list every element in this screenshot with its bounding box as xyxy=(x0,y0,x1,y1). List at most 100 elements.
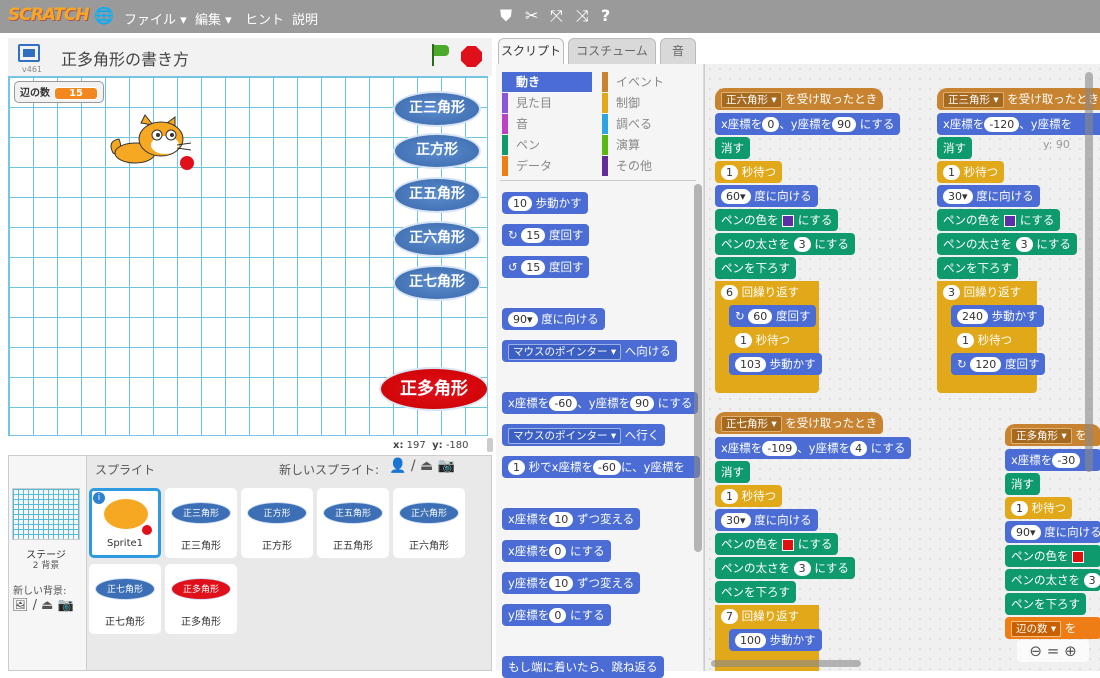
block-wait[interactable]: 1 秒待つ xyxy=(715,161,783,183)
collapse-stage-handle[interactable] xyxy=(487,438,493,452)
block-move[interactable]: 100 歩動かす xyxy=(729,629,822,651)
block-bounce[interactable]: もし端に着いたら、跳ね返る xyxy=(502,656,664,678)
block-go-to[interactable]: マウスのポインター ▾ へ行く xyxy=(502,424,666,446)
script-area[interactable]: 正六角形 ▾ を受け取ったとき x座標を 0 、y座標を 90 にする 消す 1 秒待… xyxy=(704,64,1100,671)
scratch-logo[interactable]: SCRATCH xyxy=(8,5,90,25)
category-5[interactable]: 調べる xyxy=(602,114,692,134)
block-repeat[interactable]: 7 回繰り返す xyxy=(715,605,806,627)
variable-monitor[interactable]: 辺の数 15 xyxy=(14,81,104,103)
category-8[interactable]: データ xyxy=(502,156,592,176)
zoom-out-icon[interactable]: ⊖ xyxy=(1029,642,1042,660)
button-heptagon[interactable]: 正七角形 xyxy=(393,265,481,301)
category-6[interactable]: ペン xyxy=(502,135,592,155)
block-go-to-xy[interactable]: x座標を -60 、y座標を 90 にする xyxy=(502,392,699,414)
block-point-towards[interactable]: マウスのポインター ▾ へ向ける xyxy=(502,340,677,362)
block-wait[interactable]: 1 秒待つ xyxy=(729,329,797,351)
category-7[interactable]: 演算 xyxy=(602,135,692,155)
info-icon[interactable]: i xyxy=(93,492,105,504)
block-turn[interactable]: ↻ 120 度回す xyxy=(951,353,1046,375)
block-pen-color[interactable]: ペンの色を にする xyxy=(715,533,839,555)
new-sprite-tools[interactable]: 👤 / ⏏ 📷 xyxy=(389,458,455,474)
menu-about[interactable]: 説明 xyxy=(292,9,318,28)
block-turn-left[interactable]: ↺ 15 度回す xyxy=(502,256,590,278)
globe-icon[interactable]: 🌐 xyxy=(94,6,114,25)
sprite-cat[interactable] xyxy=(105,113,195,173)
cut-icon[interactable]: ✂ xyxy=(525,6,538,25)
stage[interactable]: 辺の数 15 正三角形 正方形 正五角形 正六角形 正七角形 正多角形 xyxy=(8,76,488,436)
sprite-thumb-heptagon[interactable]: 正七角形 正七角形 xyxy=(89,564,161,634)
button-polygon[interactable]: 正多角形 xyxy=(379,367,487,411)
sprite-thumb-hexagon[interactable]: 正六角形 正六角形 xyxy=(393,488,465,558)
block-set-variable[interactable]: 辺の数 ▾ を xyxy=(1005,617,1100,639)
block-clear[interactable]: 消す xyxy=(937,137,972,159)
block-pen-down[interactable]: ペンを下ろす xyxy=(715,257,796,279)
block-pen-size[interactable]: ペンの太さを 3 にする xyxy=(715,557,855,579)
block-pen-down[interactable]: ペンを下ろす xyxy=(715,581,796,603)
category-1[interactable]: イベント xyxy=(602,72,692,92)
sprite-thumb-pentagon[interactable]: 正五角形 正五角形 xyxy=(317,488,389,558)
tab-costumes[interactable]: コスチューム xyxy=(568,38,656,64)
block-wait[interactable]: 1 秒待つ xyxy=(937,161,1005,183)
block-point-direction[interactable]: 90▾ 度に向ける xyxy=(502,308,605,330)
block-pen-down[interactable]: ペンを下ろす xyxy=(1005,593,1086,615)
presentation-mode-icon[interactable] xyxy=(18,44,40,62)
block-wait[interactable]: 1 秒待つ xyxy=(951,329,1019,351)
block-pen-color[interactable]: ペンの色を xyxy=(1005,545,1100,567)
block-pen-color[interactable]: ペンの色を にする xyxy=(715,209,839,231)
block-clear[interactable]: 消す xyxy=(715,137,750,159)
button-square[interactable]: 正方形 xyxy=(393,133,481,169)
block-pen-size[interactable]: ペンの太さを 3 にする xyxy=(937,233,1077,255)
block-move[interactable]: 10 歩動かす xyxy=(502,192,588,214)
block-point-direction[interactable]: 60▾ 度に向ける xyxy=(715,185,818,207)
hat-when-receive[interactable]: 正七角形 ▾ を受け取ったとき xyxy=(715,412,884,434)
project-title[interactable]: 正多角形の書き方 xyxy=(61,46,189,70)
block-glide[interactable]: 1 秒でx座標を -60 に、y座標を xyxy=(502,456,700,478)
sprite-thumb-polygon[interactable]: 正多角形 正多角形 xyxy=(165,564,237,634)
hat-when-receive[interactable]: 正三角形 ▾ を受け取ったとき xyxy=(937,88,1100,110)
tab-sounds[interactable]: 音 xyxy=(660,38,696,64)
grow-icon[interactable]: ⤧ xyxy=(550,6,563,26)
block-set-x[interactable]: x座標を 0 にする xyxy=(502,540,611,562)
palette-scrollbar[interactable] xyxy=(694,184,702,552)
block-pen-size[interactable]: ペンの太さを 3 xyxy=(1005,569,1100,591)
block-wait[interactable]: 1 秒待つ xyxy=(715,485,783,507)
script-hscrollbar[interactable] xyxy=(711,660,861,667)
button-triangle[interactable]: 正三角形 xyxy=(393,91,481,127)
menu-edit[interactable]: 編集 ▾ xyxy=(195,9,232,28)
block-set-y[interactable]: y座標を 0 にする xyxy=(502,604,611,626)
sprite-thumb-triangle[interactable]: 正三角形 正三角形 xyxy=(165,488,237,558)
block-wait[interactable]: 1 秒待つ xyxy=(1005,497,1073,519)
category-9[interactable]: その他 xyxy=(602,156,692,176)
block-go-to-xy[interactable]: x座標を -109 、y座標を 4 にする xyxy=(715,437,912,459)
block-change-y[interactable]: y座標を 10 ずつ変える xyxy=(502,572,641,594)
help-icon[interactable]: ? xyxy=(601,6,610,25)
block-pen-size[interactable]: ペンの太さを 3 にする xyxy=(715,233,855,255)
button-hexagon[interactable]: 正六角形 xyxy=(393,221,481,257)
block-change-x[interactable]: x座標を 10 ずつ変える xyxy=(502,508,641,530)
category-3[interactable]: 制御 xyxy=(602,93,692,113)
zoom-reset-icon[interactable]: = xyxy=(1047,642,1060,660)
tab-scripts[interactable]: スクリプト xyxy=(498,38,564,64)
block-repeat[interactable]: 3 回繰り返す xyxy=(937,281,1028,303)
block-point-direction[interactable]: 90▾ 度に向ける xyxy=(1005,521,1100,543)
block-point-direction[interactable]: 30▾ 度に向ける xyxy=(937,185,1040,207)
hat-when-receive[interactable]: 正六角形 ▾ を受け取ったとき xyxy=(715,88,884,110)
sprite-thumb-square[interactable]: 正方形 正方形 xyxy=(241,488,313,558)
block-pen-down[interactable]: ペンを下ろす xyxy=(937,257,1018,279)
block-pen-color[interactable]: ペンの色を にする xyxy=(937,209,1061,231)
stop-icon[interactable] xyxy=(461,46,482,67)
green-flag-icon[interactable] xyxy=(430,44,450,66)
category-4[interactable]: 音 xyxy=(502,114,592,134)
block-clear[interactable]: 消す xyxy=(1005,473,1040,495)
sprite-thumb-sprite1[interactable]: i Sprite1 xyxy=(89,488,161,558)
block-turn[interactable]: ↻ 60 度回す xyxy=(729,305,817,327)
category-2[interactable]: 見た目 xyxy=(502,93,592,113)
menu-hint[interactable]: ヒント xyxy=(245,9,284,28)
block-go-to-xy[interactable]: x座標を -120 、y座標を xyxy=(937,113,1100,135)
block-move[interactable]: 103 歩動かす xyxy=(729,353,822,375)
block-move[interactable]: 240 歩動かす xyxy=(951,305,1044,327)
block-repeat[interactable]: 6 回繰り返す xyxy=(715,281,806,303)
zoom-in-icon[interactable]: ⊕ xyxy=(1064,642,1077,660)
block-clear[interactable]: 消す xyxy=(715,461,750,483)
block-turn-right[interactable]: ↻ 15 度回す xyxy=(502,224,590,246)
